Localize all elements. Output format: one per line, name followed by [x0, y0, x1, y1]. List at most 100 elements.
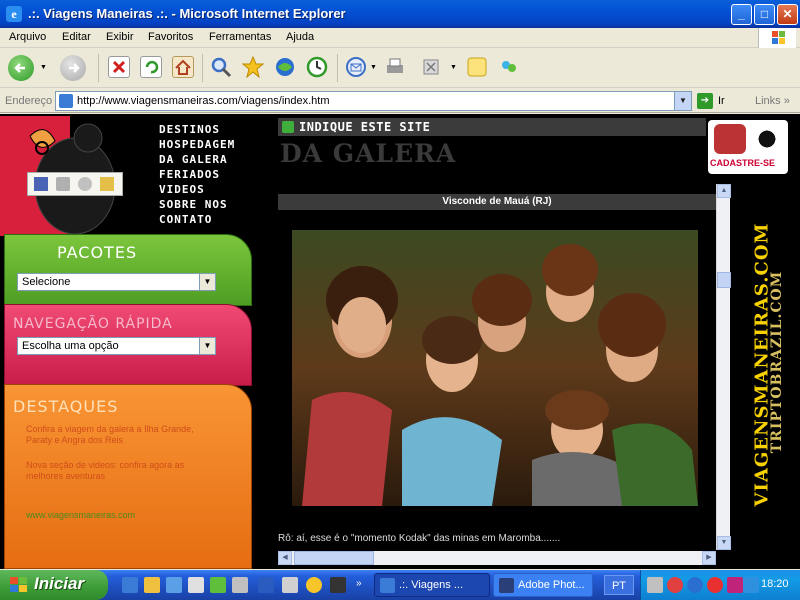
folder-image-icon[interactable]: [100, 177, 114, 191]
photo-header: Visconde de Mauá (RJ): [278, 194, 716, 210]
destaque-item[interactable]: Confira a viagem da galera a Ilha Grande…: [26, 424, 216, 446]
favorites-icon[interactable]: [241, 55, 265, 79]
scroll-up-icon[interactable]: ▲: [717, 184, 731, 198]
update-tray-icon[interactable]: [687, 577, 703, 593]
close-button[interactable]: ✕: [777, 4, 798, 25]
maximize-button[interactable]: □: [754, 4, 775, 25]
menu-exibir[interactable]: Exibir: [106, 31, 134, 43]
menu-ferramentas[interactable]: Ferramentas: [209, 31, 271, 43]
go-button[interactable]: Ir: [718, 95, 725, 107]
horizontal-scrollbar[interactable]: ◀ ▶: [278, 551, 716, 565]
antivirus-tray-icon[interactable]: [707, 577, 723, 593]
nav-contato[interactable]: CONTATO: [159, 212, 212, 227]
nav-sobre-nos[interactable]: SOBRE NOS: [159, 197, 228, 212]
task-viagens[interactable]: .:. Viagens ...: [374, 573, 490, 597]
scroll-right-icon[interactable]: ▶: [702, 551, 716, 565]
language-indicator[interactable]: PT: [604, 575, 634, 595]
scroll-thumb-h[interactable]: [294, 551, 374, 565]
address-input[interactable]: http://www.viagensmaneiras.com/viagens/i…: [55, 91, 692, 111]
media-icon[interactable]: [274, 56, 296, 78]
cadastre-label: CADASTRE-SE: [710, 158, 776, 168]
search-icon[interactable]: [210, 56, 232, 78]
mail-dropdown-icon[interactable]: ▼: [370, 64, 377, 71]
task-label: Adobe Phot...: [518, 579, 585, 591]
indique-bar[interactable]: INDIQUE ESTE SITE: [278, 118, 706, 136]
save-image-icon[interactable]: [34, 177, 48, 191]
chevron-down-icon[interactable]: ▼: [199, 274, 215, 290]
scroll-left-icon[interactable]: ◀: [278, 551, 292, 565]
excel-quicklaunch-icon[interactable]: [210, 577, 226, 593]
sound-tray-icon[interactable]: [743, 577, 759, 593]
address-dropdown-icon[interactable]: ▼: [674, 92, 691, 110]
quicklaunch-more-icon[interactable]: »: [356, 578, 362, 589]
app2-quicklaunch-icon[interactable]: [232, 577, 248, 593]
clock[interactable]: 18:20: [761, 578, 789, 590]
network-tray-icon[interactable]: [647, 577, 663, 593]
nav-hospedagem[interactable]: HOSPEDAGEM: [159, 137, 235, 152]
edit-icon[interactable]: [420, 56, 442, 78]
go-arrow-icon[interactable]: ➔: [697, 93, 713, 109]
nav-feriados[interactable]: FERIADOS: [159, 167, 220, 182]
folder-quicklaunch-icon[interactable]: [144, 577, 160, 593]
forward-icon[interactable]: [60, 55, 86, 81]
start-label: Iniciar: [34, 574, 85, 593]
navegacao-select[interactable]: Escolha uma opção ▼: [17, 337, 216, 355]
mail-icon[interactable]: [345, 56, 367, 78]
window-title: .:. Viagens Maneiras .:. - Microsoft Int…: [28, 6, 346, 21]
menu-favoritos[interactable]: Favoritos: [148, 31, 193, 43]
scroll-down-icon[interactable]: ▼: [717, 536, 731, 550]
vertical-scrollbar[interactable]: ▲ ▼: [716, 184, 731, 550]
app-quicklaunch-icon[interactable]: [188, 577, 204, 593]
main-photo[interactable]: [292, 230, 698, 506]
discuss-icon[interactable]: [466, 56, 488, 78]
word-quicklaunch-icon[interactable]: [258, 577, 274, 593]
title-bar[interactable]: e .:. Viagens Maneiras .:. - Microsoft I…: [0, 0, 800, 28]
messenger-tray-icon[interactable]: [727, 577, 743, 593]
destaque-link[interactable]: www.viagensmaneiras.com: [26, 510, 216, 521]
app3-quicklaunch-icon[interactable]: [282, 577, 298, 593]
destaque-item[interactable]: Nova seção de videos: confira agora as m…: [26, 460, 216, 482]
menu-editar[interactable]: Editar: [62, 31, 91, 43]
mail-image-icon[interactable]: [78, 177, 92, 191]
refresh-icon[interactable]: [140, 56, 162, 78]
print-image-icon[interactable]: [56, 177, 70, 191]
photo-caption: Rô: aí, esse é o "momento Kodak" das min…: [278, 533, 561, 544]
scroll-thumb[interactable]: [717, 272, 731, 288]
security-tray-icon[interactable]: [667, 577, 683, 593]
nav-destinos[interactable]: DESTINOS: [159, 122, 220, 137]
chevron-down-icon[interactable]: ▼: [199, 338, 215, 354]
print-icon[interactable]: [384, 56, 406, 78]
desktop-quicklaunch-icon[interactable]: [166, 577, 182, 593]
cadastre-badge[interactable]: CADASTRE-SE: [708, 120, 788, 174]
address-url[interactable]: http://www.viagensmaneiras.com/viagens/i…: [77, 95, 330, 107]
media-quicklaunch-icon[interactable]: [306, 577, 322, 593]
links-label: Links: [755, 95, 781, 107]
history-icon[interactable]: [306, 56, 328, 78]
messenger-icon[interactable]: [498, 56, 520, 78]
pacotes-select[interactable]: Selecione ▼: [17, 273, 216, 291]
app4-quicklaunch-icon[interactable]: [330, 577, 346, 593]
nav-da-galera[interactable]: DA GALERA: [159, 152, 228, 167]
ie-quicklaunch-icon[interactable]: [122, 577, 138, 593]
nav-videos[interactable]: VIDEOS: [159, 182, 205, 197]
photoshop-task-icon: [499, 578, 514, 593]
task-photoshop[interactable]: Adobe Phot...: [493, 573, 593, 597]
minimize-button[interactable]: _: [731, 4, 752, 25]
address-label: Endereço: [5, 95, 53, 107]
stop-icon[interactable]: [108, 56, 130, 78]
menu-arquivo[interactable]: Arquivo: [9, 31, 46, 43]
page-icon: [59, 94, 73, 108]
edit-dropdown-icon[interactable]: ▼: [450, 64, 457, 71]
pacotes-panel: PACOTES: [4, 234, 252, 306]
vertical-brand[interactable]: VIAGENSMANEIRAS.COM TRIPTOBRAZIL.COM: [732, 184, 798, 564]
page-viewport: DESTINOS HOSPEDAGEM DA GALERA FERIADOS V…: [0, 114, 800, 569]
start-button[interactable]: Iniciar: [0, 570, 108, 600]
image-toolbar[interactable]: [27, 172, 123, 196]
back-dropdown-icon[interactable]: ▼: [40, 64, 47, 71]
back-icon[interactable]: [8, 55, 34, 81]
menu-ajuda[interactable]: Ajuda: [286, 31, 314, 43]
pacotes-select-value: Selecione: [22, 276, 71, 288]
links-button[interactable]: Links »: [755, 95, 790, 107]
toolbar-separator: [98, 54, 99, 82]
home-icon[interactable]: [172, 56, 194, 78]
